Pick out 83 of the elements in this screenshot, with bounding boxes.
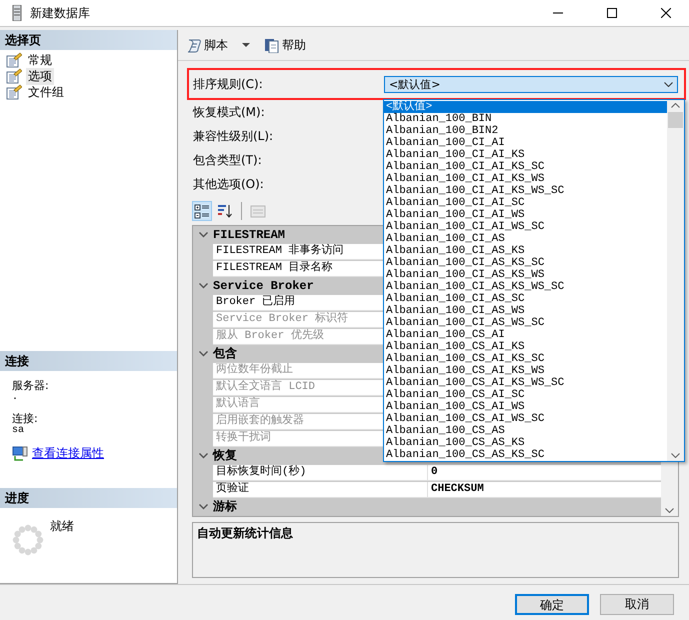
list-option[interactable]: Albanian_100_BIN2 — [384, 125, 667, 137]
list-option[interactable]: Albanian_100_CI_AS_KS_WS — [384, 269, 667, 281]
collation-dropdown[interactable]: <默认值> — [384, 76, 678, 92]
property-value: 0 — [427, 464, 661, 480]
section-header: 进度 — [0, 488, 177, 508]
page-icon — [6, 52, 22, 68]
list-option[interactable]: Albanian_100_CI_AI_KS_WS — [384, 173, 667, 185]
scroll-up-icon — [671, 103, 680, 108]
sort-icon — [217, 203, 233, 219]
connection-properties-link[interactable]: 查看连接属性 — [32, 445, 104, 462]
list-option[interactable]: Albanian_100_CI_AS_KS_SC — [384, 257, 667, 269]
field-label: 兼容性级别(L): — [193, 128, 274, 145]
chevron-icon[interactable] — [198, 452, 208, 458]
spinner-icon — [12, 524, 44, 556]
maximize-icon — [607, 8, 617, 18]
property-pages-icon — [250, 203, 266, 219]
list-option[interactable]: Albanian_100_CI_AI_KS_SC — [384, 161, 667, 173]
page-icon — [6, 84, 22, 100]
close-icon — [661, 8, 671, 18]
property-name: 目标恢复时间(秒) — [213, 464, 427, 480]
caret-icon — [242, 43, 250, 47]
category-header: FILESTREAM — [213, 228, 286, 242]
list-option[interactable]: Albanian_100_CI_AS_SC — [384, 293, 667, 305]
page-item[interactable]: 选项 — [26, 68, 54, 84]
property-name: 页验证 — [213, 482, 427, 498]
list-option[interactable]: Albanian_100_CI_AI_WS_SC — [384, 221, 667, 233]
scroll-icon — [186, 37, 202, 53]
list-option[interactable]: Albanian_100_CS_AI_WS_SC — [384, 413, 667, 425]
caret-icon — [664, 82, 673, 86]
property-value: CHECKSUM — [427, 482, 661, 498]
category-header: 游标 — [213, 499, 237, 515]
scroll-down-icon[interactable] — [665, 508, 674, 513]
section-header: 连接 — [0, 351, 177, 371]
window-title: 新建数据库 — [30, 4, 91, 22]
list-option[interactable]: Albanian_100_BIN — [384, 113, 667, 125]
chevron-icon[interactable] — [198, 282, 208, 288]
scroll-thumb[interactable] — [668, 112, 683, 128]
list-option[interactable]: Albanian_100_CS_AS_KS_SC — [384, 449, 667, 461]
category-header: 包含 — [213, 346, 237, 362]
list-option[interactable]: Albanian_100_CI_AI_KS — [384, 149, 667, 161]
chevron-icon[interactable] — [198, 232, 208, 238]
list-option[interactable]: Albanian_100_CS_AI_KS_SC — [384, 353, 667, 365]
list-option[interactable]: Albanian_100_CI_AS — [384, 233, 667, 245]
field-label: 排序规则(C): — [193, 76, 264, 92]
chevron-icon[interactable] — [198, 504, 208, 510]
list-option[interactable]: Albanian_100_CI_AI_KS_WS_SC — [384, 185, 667, 197]
monitor-icon — [12, 446, 28, 462]
chevron-icon[interactable] — [198, 350, 208, 356]
list-option[interactable]: Albanian_100_CI_AS_KS_WS_SC — [384, 281, 667, 293]
script-button[interactable]: 脚本 — [184, 36, 230, 54]
list-option[interactable]: Albanian_100_CI_AI — [384, 137, 667, 149]
scrollbar[interactable] — [667, 100, 684, 461]
cancel-button[interactable]: 取消 — [600, 594, 674, 614]
ok-button[interactable]: 确定 — [515, 594, 589, 614]
description-title: 自动更新统计信息 — [197, 526, 293, 540]
list-option[interactable]: Albanian_100_CI_AS_WS — [384, 305, 667, 317]
page-item[interactable]: 文件组 — [26, 84, 66, 100]
field-label: 其他选项(O): — [193, 176, 264, 193]
page-icon — [6, 68, 22, 84]
server-label: 服务器: — [12, 379, 50, 392]
field-label: 恢复模式(M): — [193, 104, 265, 121]
status-text: 就绪 — [50, 518, 74, 535]
scroll-down-icon — [671, 453, 680, 458]
list-option[interactable]: Albanian_100_CI_AI_SC — [384, 197, 667, 209]
categorized-icon — [194, 203, 210, 219]
login-value: sa — [12, 425, 26, 437]
page-item[interactable]: 常规 — [26, 52, 54, 68]
server-icon — [12, 5, 22, 21]
categorized-button[interactable] — [192, 201, 212, 221]
list-option[interactable]: Albanian_100_CI_AS_WS_SC — [384, 317, 667, 329]
category-header: 恢复 — [213, 448, 237, 464]
list-option[interactable]: Albanian_100_CS_AS_KS — [384, 437, 667, 449]
category-header: Service Broker — [213, 278, 314, 292]
list-option[interactable]: Albanian_100_CS_AS — [384, 425, 667, 437]
server-value: . — [12, 392, 20, 404]
section-header: 选择页 — [0, 30, 177, 50]
help-icon — [264, 37, 280, 53]
list-option[interactable]: Albanian_100_CS_AI_KS_WS_SC — [384, 377, 667, 389]
field-label: 包含类型(T): — [193, 152, 262, 169]
dropdown-button[interactable] — [240, 43, 252, 47]
list-option[interactable]: Albanian_100_CI_AI_WS — [384, 209, 667, 221]
help-button[interactable]: 帮助 — [262, 36, 308, 54]
login-label: 连接: — [12, 412, 39, 425]
